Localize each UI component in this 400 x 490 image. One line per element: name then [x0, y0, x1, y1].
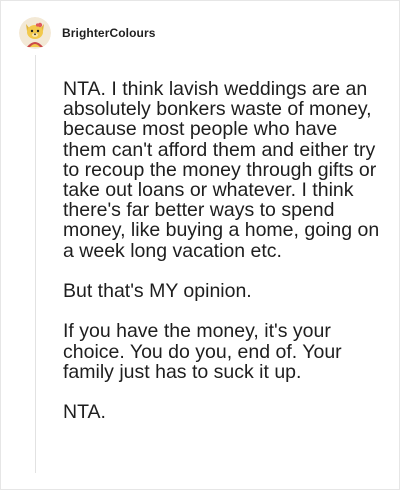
- comment-body: NTA. I think lavish weddings are an abso…: [63, 79, 383, 443]
- thread-line[interactable]: [35, 55, 36, 473]
- cartoon-dog-avatar-icon[interactable]: [19, 17, 51, 49]
- comment-paragraph: If you have the money, it's your choice.…: [63, 320, 342, 383]
- comment-paragraph: But that's MY opinion.: [63, 280, 252, 303]
- comment-card: BrighterColours NTA. I think lavish wedd…: [0, 0, 400, 490]
- comment-paragraph: NTA. I think lavish weddings are an abso…: [63, 78, 380, 262]
- comment-header: BrighterColours: [19, 15, 156, 51]
- comment-paragraph: NTA.: [63, 401, 106, 424]
- comment-username[interactable]: BrighterColours: [62, 26, 156, 40]
